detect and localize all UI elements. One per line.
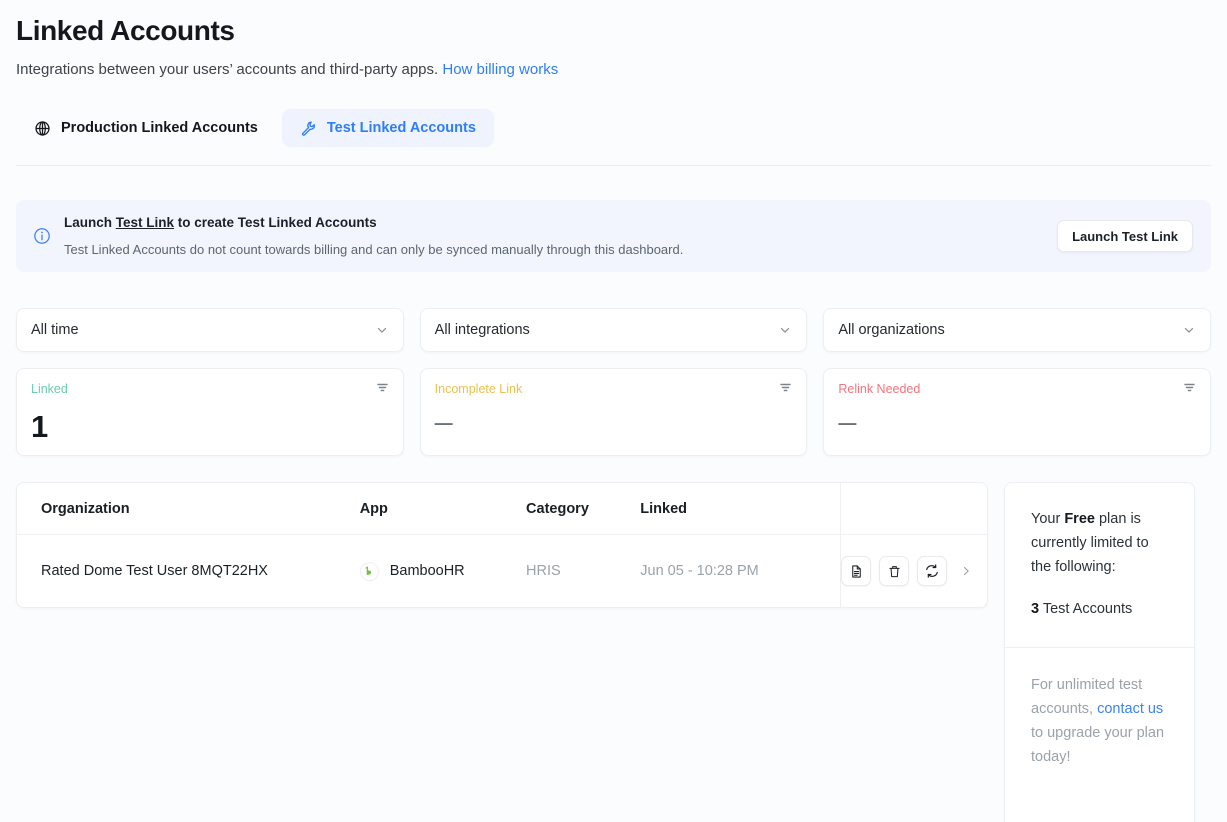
stat-card-linked: Linked 1 [16, 368, 404, 456]
stat-value-linked: 1 [31, 409, 48, 444]
integrations-filter-dropdown[interactable]: All integrations [419, 308, 808, 352]
trash-icon[interactable] [879, 556, 910, 586]
plan-limits-panel: Your Free plan is currently limited to t… [1004, 482, 1195, 822]
banner-text-block: Launch Test Link to create Test Linked A… [64, 214, 1057, 258]
linked-accounts-table: Organization App Category Linked Rated D… [17, 483, 987, 607]
stat-cards-row: Linked 1 Incomplete Link — Relink Needed… [16, 368, 1212, 456]
cell-linked: Jun 05 - 10:28 PM [640, 534, 841, 607]
cell-organization: Rated Dome Test User 8MQT22HX [17, 534, 360, 607]
table-body: Rated Dome Test User 8MQT22HX BambooHR H… [17, 534, 987, 607]
column-header-app[interactable]: App [359, 483, 527, 535]
plan-upgrade-block: For unlimited test accounts, contact us … [1005, 648, 1194, 822]
organizations-filter-dropdown[interactable]: All organizations [823, 308, 1212, 352]
column-header-organization[interactable]: Organization [17, 483, 360, 535]
cell-actions [840, 534, 987, 607]
table-row[interactable]: Rated Dome Test User 8MQT22HX BambooHR H… [17, 534, 987, 607]
table-header: Organization App Category Linked [17, 483, 987, 535]
launch-test-link-button[interactable]: Launch Test Link [1057, 220, 1193, 252]
page-subtitle: Integrations between your users’ account… [16, 60, 1211, 80]
filter-icon[interactable] [1182, 380, 1197, 395]
page-title: Linked Accounts [16, 15, 235, 46]
info-circle-icon [32, 226, 52, 246]
logs-icon[interactable] [841, 556, 872, 586]
column-header-category[interactable]: Category [526, 483, 641, 535]
page-subtitle-text: Integrations between your users’ account… [16, 61, 439, 78]
banner-subtitle: Test Linked Accounts do not count toward… [64, 242, 684, 257]
plan-limit-label: Test Accounts [1039, 601, 1133, 617]
tab-bar: Production Linked Accounts Test Linked A… [16, 109, 1211, 147]
stat-label-incomplete-link: Incomplete Link [434, 382, 523, 396]
row-actions [841, 556, 987, 586]
sync-icon[interactable] [917, 556, 948, 586]
time-filter-value: All time [31, 322, 79, 338]
stat-value-relink-needed: — [838, 413, 856, 433]
plan-limits-upper: Your Free plan is currently limited to t… [1005, 483, 1194, 647]
plan-name: Free [1064, 511, 1095, 527]
column-header-actions [840, 483, 987, 535]
plan-prefix: Your [1031, 511, 1065, 527]
organizations-filter-value: All organizations [838, 322, 945, 338]
plan-limit-count: 3 [1031, 601, 1040, 617]
chevron-down-icon [778, 323, 792, 337]
filter-icon[interactable] [778, 380, 793, 395]
banner-title-prefix: Launch [64, 215, 116, 230]
upgrade-suffix: to upgrade your plan today! [1031, 725, 1165, 765]
cell-app: BambooHR [359, 534, 527, 607]
how-billing-works-link[interactable]: How billing works [442, 61, 558, 78]
test-link-banner: Launch Test Link to create Test Linked A… [16, 200, 1211, 272]
tab-production-label: Production Linked Accounts [61, 120, 258, 136]
linked-accounts-page: Linked Accounts Integrations between you… [0, 0, 1227, 822]
stat-label-linked: Linked [31, 382, 68, 396]
tab-test-label: Test Linked Accounts [326, 120, 476, 136]
bamboohr-logo-icon [359, 561, 379, 581]
integrations-filter-value: All integrations [434, 322, 530, 338]
stat-card-incomplete-link: Incomplete Link — [419, 368, 808, 456]
app-name: BambooHR [389, 563, 465, 579]
tabs-divider [16, 165, 1211, 166]
chevron-down-icon [375, 323, 389, 337]
filters-row: All time All integrations All organizati… [16, 308, 1212, 352]
globe-icon [34, 120, 51, 137]
contact-us-link[interactable]: contact us [1097, 701, 1163, 717]
chevron-down-icon [1182, 323, 1196, 337]
content-area: Organization App Category Linked Rated D… [16, 482, 1211, 822]
tab-production-linked-accounts[interactable]: Production Linked Accounts [16, 109, 276, 147]
banner-title: Launch Test Link to create Test Linked A… [64, 214, 1057, 232]
chevron-right-icon[interactable] [959, 564, 973, 578]
test-link-inline-link[interactable]: Test Link [116, 215, 174, 230]
time-filter-dropdown[interactable]: All time [16, 308, 404, 352]
banner-title-suffix: to create Test Linked Accounts [174, 215, 377, 230]
linked-accounts-table-card: Organization App Category Linked Rated D… [16, 482, 988, 608]
filter-icon[interactable] [375, 380, 390, 395]
cell-category: HRIS [526, 534, 641, 607]
stat-card-relink-needed: Relink Needed — [823, 368, 1212, 456]
table-header-row: Organization App Category Linked [17, 483, 987, 535]
stat-value-incomplete-link: — [434, 413, 453, 433]
wrench-icon [300, 120, 317, 137]
stat-label-relink-needed: Relink Needed [838, 382, 921, 396]
app-cell: BambooHR [359, 561, 526, 581]
column-header-linked[interactable]: Linked [640, 483, 841, 535]
tab-test-linked-accounts[interactable]: Test Linked Accounts [281, 109, 494, 147]
plan-limit-row: 3 Test Accounts [1031, 597, 1168, 621]
